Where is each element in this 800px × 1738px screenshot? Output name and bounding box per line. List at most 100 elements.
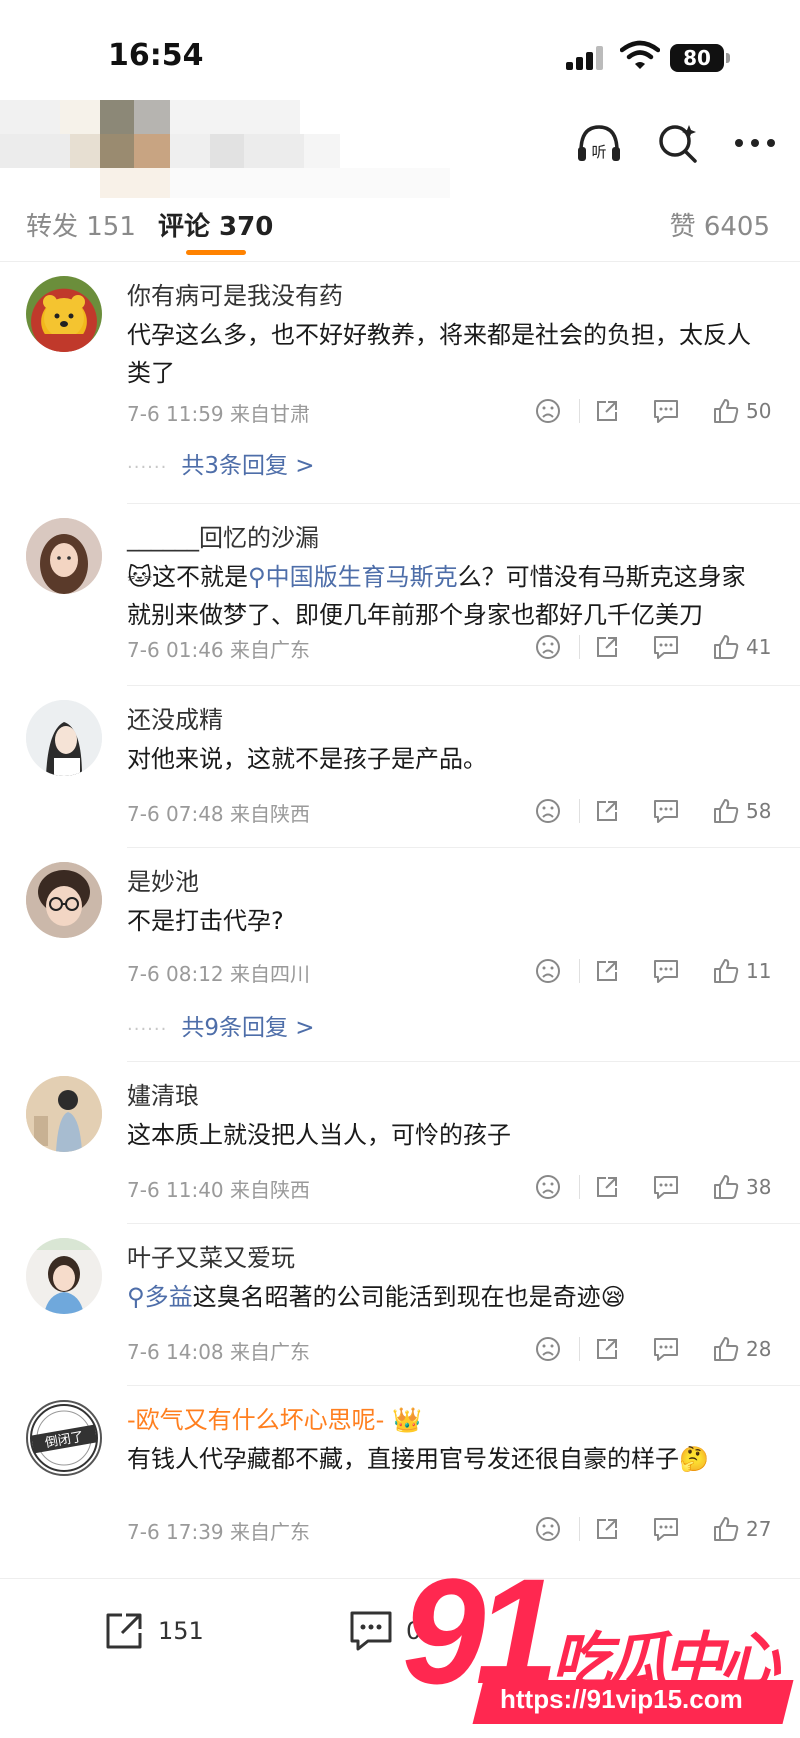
username[interactable]: 是妙池 (127, 862, 199, 897)
view-replies-link[interactable]: ······ 共9条回复 > (127, 1008, 315, 1042)
reply-icon[interactable] (652, 1516, 680, 1542)
comment-item: 倒闭了 -欧气又有什么坏心思呢- 👑 有钱人代孕藏都不藏，直接用官号发还很自豪的… (0, 1386, 800, 1562)
avatar[interactable] (26, 276, 102, 352)
comment-item: 是妙池 不是打击代孕? 7-6 08:12 来自四川 11 ······ 共9条回… (0, 848, 800, 1062)
reply-icon[interactable] (652, 1336, 680, 1362)
reply-icon[interactable] (652, 958, 680, 984)
like-count: 38 (746, 1175, 772, 1199)
text-segment: 有钱人代孕藏都不藏，直接用官号发还很自豪的样子 (127, 1445, 679, 1473)
comment-item: 叶子又菜又爱玩 ⚲多益这臭名昭著的公司能活到现在也是奇迹😪 7-6 14:08 … (0, 1224, 800, 1386)
username[interactable]: 嫿清琅 (127, 1076, 199, 1111)
action-divider (579, 635, 580, 659)
comment-item: 还没成精 对他来说，这就不是孩子是产品。 7-6 07:48 来自陕西 58 (0, 686, 800, 848)
topic-link[interactable]: ⚲中国版生育马斯克 (248, 563, 458, 591)
reply-icon[interactable] (652, 798, 680, 824)
like-count: 11 (746, 959, 772, 983)
like-count: 58 (746, 799, 772, 823)
header-actions: 听 (574, 118, 780, 168)
avatar[interactable] (26, 518, 102, 594)
comment-meta: 7-6 07:48 来自陕西 (127, 802, 311, 826)
username[interactable]: ______回忆的沙漏 (127, 518, 319, 553)
listen-icon[interactable]: 听 (574, 118, 624, 168)
like-icon[interactable] (712, 633, 740, 661)
repost-icon (106, 1613, 142, 1649)
comment-icon (350, 1611, 392, 1651)
cellular-signal-icon (566, 44, 610, 70)
comment-item: 嫿清琅 这本质上就没把人当人，可怜的孩子 7-6 11:40 来自陕西 38 (0, 1062, 800, 1224)
topic-link[interactable]: ⚲多益 (127, 1283, 193, 1311)
username[interactable]: 你有病可是我没有药 (127, 276, 343, 311)
comment-meta: 7-6 14:08 来自广东 (127, 1340, 311, 1364)
comment-text: ⚲多益这臭名昭著的公司能活到现在也是奇迹😪 (127, 1278, 767, 1316)
like-icon[interactable] (712, 397, 740, 425)
watermark-logo: 91 吃瓜中心 https://91vip15.com (402, 1556, 800, 1738)
watermark-url: https://91vip15.com (500, 1684, 743, 1714)
dislike-icon[interactable] (535, 1336, 561, 1362)
comment-item: 你有病可是我没有药 代孕这么多，也不好好教养，将来都是社会的负担，太反人类了 7… (0, 262, 800, 504)
comment-actions: 27 (535, 1512, 776, 1546)
like-icon[interactable] (712, 957, 740, 985)
reply-icon[interactable] (652, 1174, 680, 1200)
username[interactable]: 还没成精 (127, 700, 223, 735)
share-icon[interactable] (594, 398, 620, 424)
share-icon[interactable] (594, 958, 620, 984)
reply-icon[interactable] (652, 398, 680, 424)
dislike-icon[interactable] (535, 634, 561, 660)
search-sparkle-icon[interactable] (652, 118, 702, 168)
avatar[interactable] (26, 862, 102, 938)
comment-text: 这本质上就没把人当人，可怜的孩子 (127, 1121, 511, 1149)
replies-label: 共3条回复 > (181, 453, 315, 479)
tab-comment[interactable]: 评论 370 (158, 206, 273, 243)
avatar[interactable]: 倒闭了 (26, 1400, 102, 1476)
comment-actions: 41 (535, 630, 776, 664)
svg-text:听: 听 (591, 143, 606, 161)
more-icon[interactable] (730, 118, 780, 168)
reply-icon[interactable] (652, 634, 680, 660)
comment-meta: 7-6 11:40 来自陕西 (127, 1178, 311, 1202)
emoji-icon: 😪 (600, 1283, 626, 1311)
comment-meta: 7-6 11:59 来自甘肃 (127, 402, 311, 426)
topic-search-icon: ⚲ (127, 1283, 145, 1311)
username[interactable]: 叶子又菜又爱玩 (127, 1238, 295, 1273)
tab-repost[interactable]: 转发 151 (26, 206, 136, 243)
share-icon[interactable] (594, 1336, 620, 1362)
blurred-profile-header (0, 100, 460, 200)
comment-item: ______回忆的沙漏 🐱这不就是⚲中国版生育马斯克么？可惜没有马斯克这身家就别… (0, 504, 800, 686)
dislike-icon[interactable] (535, 958, 561, 984)
action-divider (579, 959, 580, 983)
dislike-icon[interactable] (535, 398, 561, 424)
text-segment: 这臭名昭著的公司能活到现在也是奇迹 (192, 1283, 601, 1311)
dislike-icon[interactable] (535, 798, 561, 824)
view-replies-link[interactable]: ······ 共3条回复 > (127, 446, 315, 480)
tab-like[interactable]: 赞 6405 (670, 206, 770, 243)
like-count: 28 (746, 1337, 772, 1361)
share-icon[interactable] (594, 798, 620, 824)
topic-search-icon: ⚲ (248, 563, 266, 591)
username-vip[interactable]: -欧气又有什么坏心思呢- 👑 (127, 1400, 422, 1435)
dislike-icon[interactable] (535, 1516, 561, 1542)
share-icon[interactable] (594, 1516, 620, 1542)
action-divider (579, 1517, 580, 1541)
comment-text: 有钱人代孕藏都不藏，直接用官号发还很自豪的样子🤔 (127, 1440, 767, 1478)
like-icon[interactable] (712, 797, 740, 825)
share-icon[interactable] (594, 634, 620, 660)
avatar[interactable] (26, 700, 102, 776)
wifi-icon (619, 40, 661, 70)
crown-badge-icon: 👑 (391, 1406, 422, 1434)
replies-label: 共9条回复 > (181, 1015, 315, 1041)
like-count: 41 (746, 635, 772, 659)
like-count: 50 (746, 399, 772, 423)
action-divider (579, 799, 580, 823)
like-icon[interactable] (712, 1335, 740, 1363)
comment-actions: 38 (535, 1170, 776, 1204)
action-divider (579, 1337, 580, 1361)
dislike-icon[interactable] (535, 1174, 561, 1200)
like-icon[interactable] (712, 1515, 740, 1543)
avatar[interactable] (26, 1238, 102, 1314)
bottom-repost-button[interactable]: 151 (102, 1609, 204, 1653)
like-icon[interactable] (712, 1173, 740, 1201)
comment-actions: 58 (535, 794, 776, 828)
share-icon[interactable] (594, 1174, 620, 1200)
avatar[interactable] (26, 1076, 102, 1152)
comment-text: 代孕这么多，也不好好教养，将来都是社会的负担，太反人类了 (127, 321, 751, 387)
